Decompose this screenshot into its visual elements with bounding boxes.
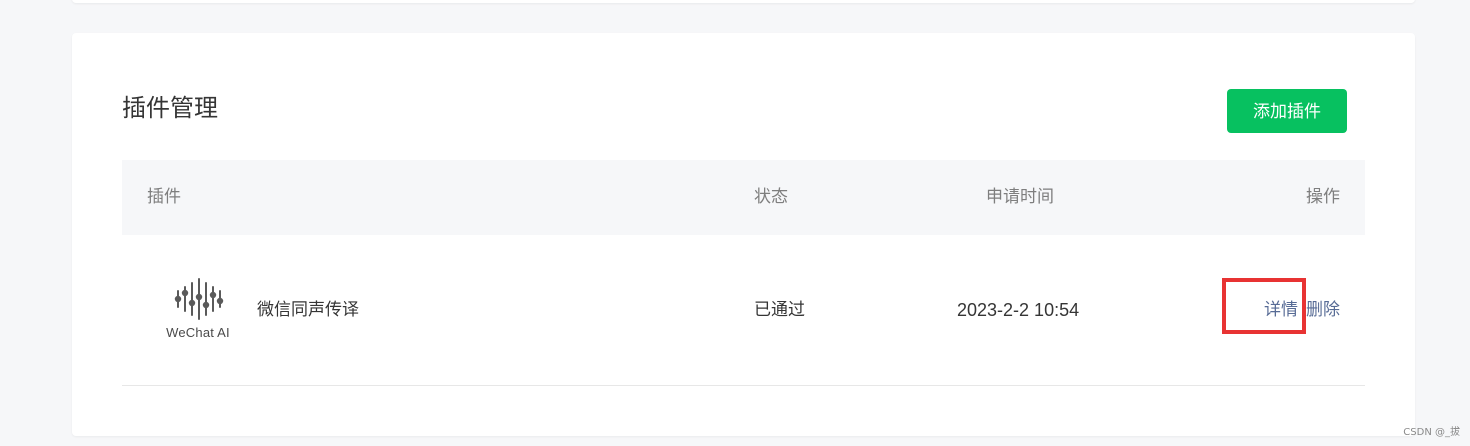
column-header-action: 操作 (1306, 187, 1340, 207)
column-header-status: 状态 (754, 187, 788, 207)
table-row: WeChat AI 微信同声传译 已通过 2023-2-2 10:54 详情 删除 (122, 235, 1365, 386)
add-plugin-button[interactable]: 添加插件 (1227, 89, 1347, 133)
wechat-ai-logo: WeChat AI (162, 273, 234, 345)
logo-text: WeChat AI (166, 325, 230, 340)
table-header: 插件 状态 申请时间 操作 (122, 160, 1365, 235)
previous-card (72, 0, 1415, 3)
watermark: CSDN @_拔 (1403, 427, 1460, 438)
column-header-time: 申请时间 (986, 187, 1054, 207)
apply-time: 2023-2-2 10:54 (957, 300, 1080, 320)
page-title: 插件管理 (122, 94, 218, 122)
column-header-plugin: 插件 (147, 187, 181, 207)
delete-link[interactable]: 删除 (1306, 300, 1340, 320)
plugin-management-card: 插件管理 添加插件 插件 状态 申请时间 操作 WeChat AI 微信同声传译 (72, 33, 1415, 436)
annotation-highlight-box (1222, 278, 1306, 334)
plugin-status: 已通过 (754, 300, 805, 320)
wechat-ai-logo-icon (174, 278, 224, 320)
plugin-name: 微信同声传译 (257, 300, 359, 320)
